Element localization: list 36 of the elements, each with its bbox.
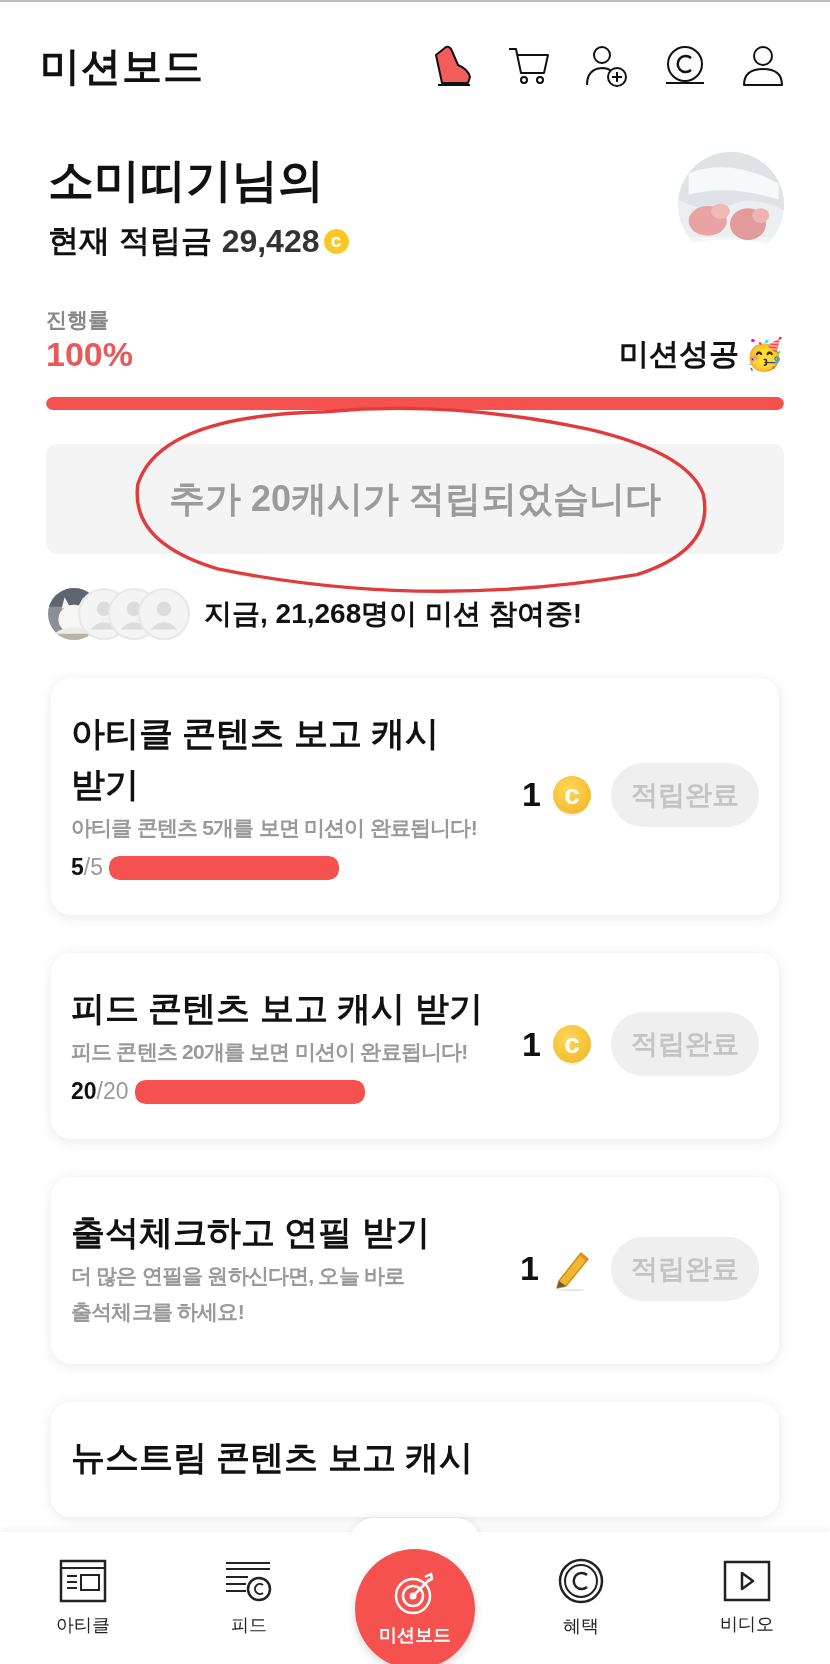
mission-title: 아티클 콘텐츠 보고 캐시 받기 [71,713,441,805]
coin-icon: c [553,1025,591,1063]
mission-title: 뉴스트림 콘텐츠 보고 캐시 [71,1437,474,1478]
user-name: 소미띠기님의 [48,153,325,208]
progress-percent: 100% [46,335,134,374]
article-icon [59,1559,107,1603]
mission-status: 미션성공 [619,336,739,372]
nav-tab[interactable]: 혜택 [558,1558,604,1638]
nav-tab[interactable]: 비디오 [720,1560,774,1636]
nav-tab[interactable]: 아티클 [56,1559,110,1637]
play-icon [723,1560,771,1602]
participants-text: 지금, 21,268명이 미션 참여중! [204,597,583,631]
add-friend-icon[interactable] [584,43,630,89]
mission-title: 피드 콘텐츠 보고 캐시 받기 [71,988,483,1029]
notice-text: 추가 20캐시가 적립되었습니다 [168,476,661,521]
nav-tab[interactable]: 피드 [224,1559,274,1637]
mission-title: 출석체크하고 연필 받기 [71,1212,430,1253]
user-placeholder-icon [138,588,190,640]
balance-label: 현재 적립금 [48,222,212,260]
mission-description: 아티클 콘텐츠 5개를 보면 미션이 완료됩니다! [71,815,478,841]
balance-amount: 29,428 [221,222,320,260]
coin-icon [558,1558,604,1604]
party-emoji: 🥳 [745,336,784,373]
profile-icon[interactable] [740,43,786,89]
reward-amount: 1 [522,1024,541,1064]
mission-description: 피드 콘텐츠 20개를 보면 미션이 완료됩니다! [71,1039,469,1065]
mission-count: 5/5 [71,854,103,881]
progress-label: 진행률 [46,307,110,333]
feed-icon [224,1559,274,1603]
mission-description: 더 많은 연필을 원하신다면, 오늘 바로 출석체크를 하세요! [71,1263,406,1325]
mission-count: 20/20 [71,1078,129,1105]
coin-icon: c [553,775,591,814]
page-title: 미션보드 [40,42,204,90]
reward-amount: 1 [520,1249,539,1288]
reward-amount: 1 [522,775,541,814]
coin-icon: c [323,228,349,254]
